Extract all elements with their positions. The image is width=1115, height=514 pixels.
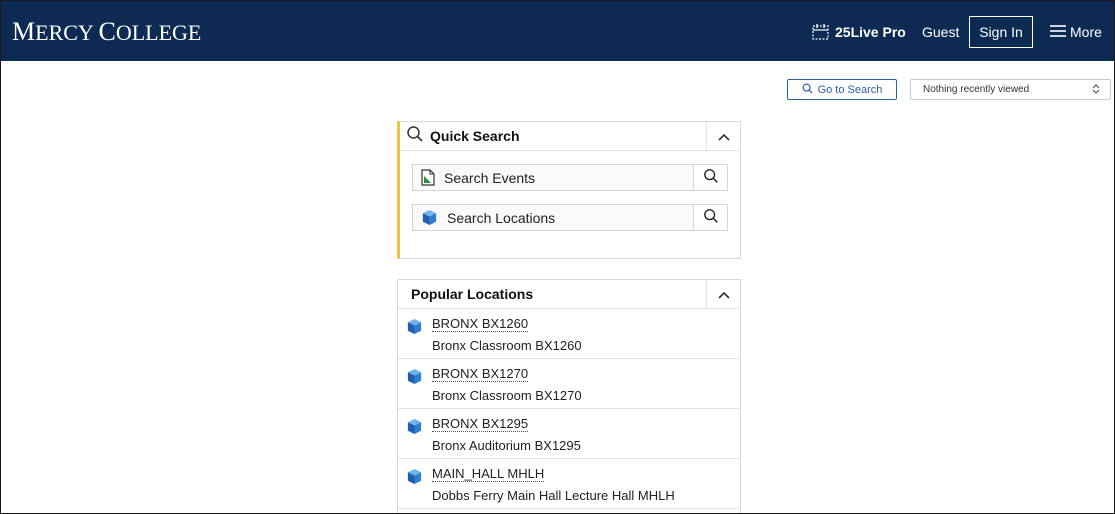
location-link[interactable]: MAIN_HALL MHLH — [432, 466, 545, 482]
search-locations-button[interactable] — [693, 205, 727, 230]
logo-text: M — [12, 17, 36, 46]
hamburger-icon — [1049, 24, 1067, 41]
location-link[interactable]: BRONX BX1270 — [432, 366, 529, 382]
app-frame: MERCY COLLEGE 25Live Pro Guest Sign In M… — [0, 0, 1115, 514]
logo-text: OLLEGE — [115, 20, 202, 45]
popular-locations-title: Popular Locations — [411, 286, 534, 302]
search-icon — [703, 168, 719, 187]
location-cube-icon — [406, 468, 423, 490]
logo-text: ERCY — [35, 20, 99, 45]
guest-label: Guest — [922, 24, 960, 40]
search-events-button[interactable] — [693, 165, 727, 190]
location-description: Bronx Auditorium BX1295 — [432, 438, 581, 453]
location-description: Dobbs Ferry Main Hall Lecture Hall MHLH — [432, 488, 675, 503]
search-icon — [703, 208, 719, 227]
search-events-row[interactable]: Search Events — [412, 164, 728, 191]
recently-viewed-select[interactable]: Nothing recently viewed — [910, 79, 1111, 100]
list-item: BRONX BX1270 Bronx Classroom BX1270 — [398, 359, 740, 409]
location-link[interactable]: BRONX BX1260 — [432, 316, 529, 332]
calendar-icon — [811, 22, 831, 42]
mercy-college-logo[interactable]: MERCY COLLEGE — [12, 17, 201, 48]
list-item: BRONX BX1295 Bronx Auditorium BX1295 — [398, 409, 740, 459]
more-menu-button[interactable]: More — [1049, 22, 1102, 42]
brand-label: 25Live Pro — [835, 24, 906, 40]
search-locations-row[interactable]: Search Locations — [412, 204, 728, 231]
location-description: Bronx Classroom BX1260 — [432, 338, 582, 353]
popular-locations-collapse-button[interactable] — [706, 280, 740, 308]
more-label: More — [1070, 24, 1102, 40]
location-cube-icon — [406, 368, 423, 390]
popular-locations-panel: Popular Locations BRONX BX1260 Bronx Cla… — [397, 279, 741, 513]
event-document-icon — [421, 169, 435, 186]
quick-search-header: Quick Search — [400, 122, 740, 151]
brand-25live-pro[interactable]: 25Live Pro — [811, 20, 906, 44]
go-to-search-button[interactable]: Go to Search — [787, 79, 897, 100]
location-cube-icon — [421, 209, 438, 226]
search-locations-label: Search Locations — [447, 209, 556, 226]
quick-search-panel: Quick Search Search Events Search Locati… — [397, 121, 741, 259]
list-item: MAIN_HALL MHLH Dobbs Ferry Main Hall Lec… — [398, 459, 740, 509]
select-arrows-icon — [1092, 83, 1100, 95]
chevron-up-icon — [717, 129, 730, 144]
location-cube-icon — [406, 418, 423, 440]
quick-search-title: Quick Search — [430, 128, 520, 144]
popular-locations-header: Popular Locations — [398, 280, 740, 309]
go-to-search-label: Go to Search — [817, 83, 883, 96]
quick-search-collapse-button[interactable] — [706, 122, 740, 150]
list-item: BRONX BX1260 Bronx Classroom BX1260 — [398, 309, 740, 359]
location-cube-icon — [406, 318, 423, 340]
logo-text: C — [98, 17, 116, 46]
location-description: Bronx Classroom BX1270 — [432, 388, 582, 403]
search-icon — [406, 125, 424, 148]
recently-viewed-value: Nothing recently viewed — [923, 84, 1030, 95]
top-navbar: MERCY COLLEGE 25Live Pro Guest Sign In M… — [1, 1, 1114, 61]
search-events-label: Search Events — [444, 169, 536, 186]
sign-in-button[interactable]: Sign In — [969, 16, 1033, 48]
search-icon — [802, 83, 813, 97]
location-link[interactable]: BRONX BX1295 — [432, 416, 529, 432]
chevron-up-icon — [717, 287, 730, 302]
